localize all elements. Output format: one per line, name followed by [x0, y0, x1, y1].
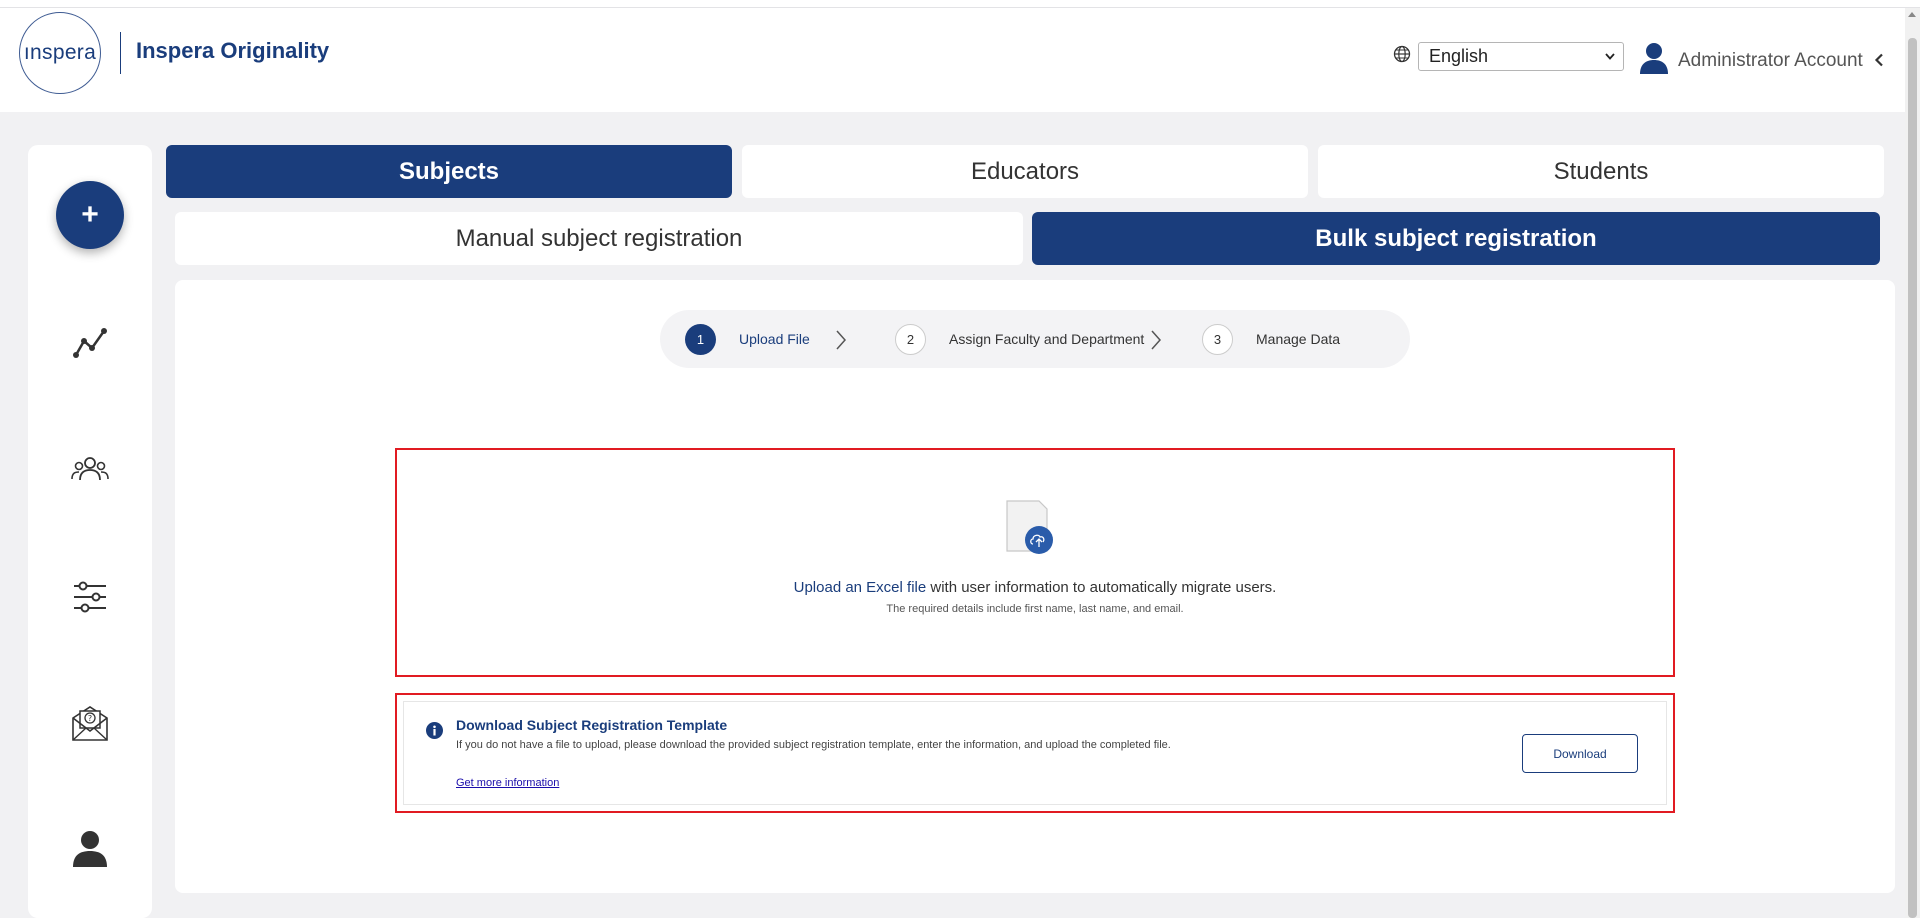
chevron-left-icon[interactable]	[1874, 53, 1884, 67]
logo-text: ınspera	[23, 41, 97, 64]
step-3-label: Manage Data	[1256, 331, 1341, 347]
svg-text:?: ?	[88, 714, 92, 723]
tab-subjects-label: Subjects	[398, 157, 500, 185]
scrollbar-thumb[interactable]	[1908, 38, 1917, 918]
file-upload-dropzone[interactable]: Upload an Excel file with user informati…	[395, 448, 1675, 677]
language-select[interactable]: English	[1418, 42, 1624, 71]
tab-subjects[interactable]: Subjects	[166, 145, 732, 198]
tab-educators[interactable]: Educators	[742, 145, 1308, 198]
subtab-manual-label: Manual subject registration	[455, 224, 743, 252]
step-2-number: 2	[895, 324, 926, 355]
mail-help-icon[interactable]: ?	[70, 702, 110, 742]
globe-icon	[1393, 45, 1411, 63]
tab-educators-label: Educators	[970, 157, 1080, 185]
tab-students-label: Students	[1553, 157, 1649, 185]
info-icon	[426, 722, 443, 739]
profile-icon[interactable]	[70, 828, 110, 868]
chevron-right-icon	[836, 330, 847, 350]
upload-instruction-rest: with user information to automatically m…	[926, 579, 1277, 596]
account-name[interactable]: Administrator Account	[1678, 50, 1863, 72]
users-group-icon[interactable]	[70, 450, 110, 490]
scroll-up-arrow-icon[interactable]	[1908, 12, 1916, 17]
analytics-icon[interactable]	[70, 323, 110, 363]
logo-divider	[120, 32, 121, 74]
subtab-manual-registration[interactable]: Manual subject registration	[175, 212, 1023, 265]
template-description: If you do not have a file to upload, ple…	[456, 739, 1171, 751]
template-info-box: Download Subject Registration Template I…	[395, 693, 1675, 813]
settings-sliders-icon[interactable]	[70, 577, 110, 617]
tab-students[interactable]: Students	[1318, 145, 1884, 198]
bulk-registration-panel: 1 Upload File 2 Assign Faculty and Depar…	[175, 280, 1895, 893]
subtab-bulk-label: Bulk subject registration	[1315, 224, 1597, 252]
subtab-bulk-registration[interactable]: Bulk subject registration	[1032, 212, 1880, 265]
add-button[interactable]: +	[56, 181, 124, 249]
upload-requirements: The required details include first name,…	[886, 603, 1184, 615]
window-top-edge	[0, 0, 1920, 8]
brand-title: Inspera Originality	[136, 38, 330, 63]
language-selected-value: English	[1429, 46, 1489, 66]
get-more-info-link[interactable]: Get more information	[456, 777, 559, 789]
step-2-label: Assign Faculty and Department	[949, 331, 1145, 347]
step-1-label: Upload File	[739, 331, 810, 347]
page-scrollbar[interactable]	[1905, 8, 1920, 918]
download-button[interactable]: Download	[1522, 734, 1638, 773]
step-1-number: 1	[685, 324, 716, 355]
upload-excel-link[interactable]: Upload an Excel file	[794, 579, 927, 596]
inspera-logo[interactable]: ınspera	[19, 12, 101, 94]
chevron-right-icon	[1151, 330, 1162, 350]
app-header: ınspera Inspera Originality English Admi…	[0, 8, 1920, 112]
upload-file-icon[interactable]	[1005, 499, 1053, 555]
upload-instruction: Upload an Excel file with user informati…	[397, 579, 1673, 596]
step-3-number: 3	[1202, 324, 1233, 355]
step-indicator: 1 Upload File 2 Assign Faculty and Depar…	[660, 310, 1410, 368]
user-avatar-icon[interactable]	[1639, 42, 1669, 74]
template-info-card: Download Subject Registration Template I…	[403, 701, 1667, 805]
sidebar: + ?	[28, 145, 152, 918]
chevron-down-icon	[1605, 53, 1615, 60]
template-title: Download Subject Registration Template	[456, 717, 728, 733]
